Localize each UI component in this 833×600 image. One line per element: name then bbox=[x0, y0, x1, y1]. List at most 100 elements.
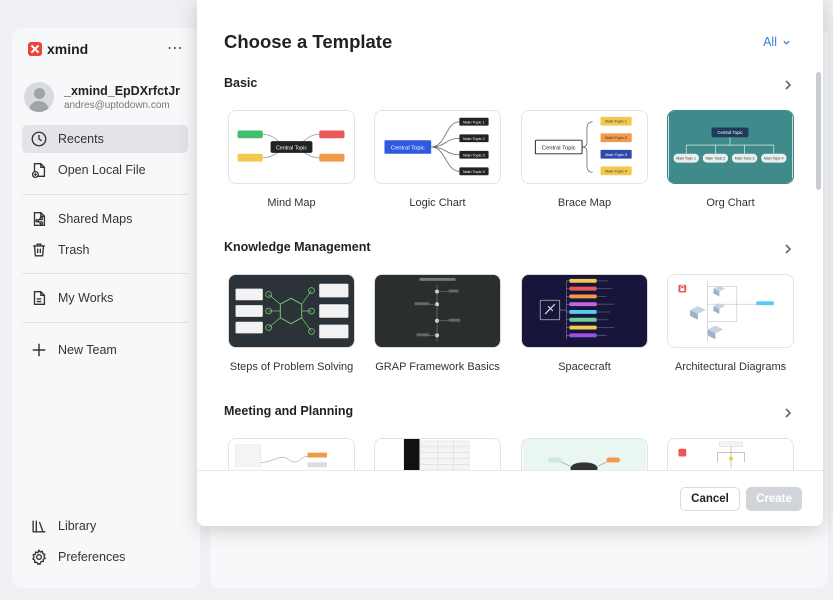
central-topic-text: Central Topic bbox=[276, 145, 307, 151]
main-topic-text: Main Topic 2 bbox=[605, 135, 627, 140]
template-card-org-chart[interactable]: Central Topic Main Topic 1 Main Topic 2 … bbox=[667, 110, 794, 184]
sidebar-item-preferences[interactable]: Preferences bbox=[22, 543, 188, 571]
architectural-diagram-thumbnail bbox=[668, 275, 793, 347]
main-topic-text: Main Topic 3 bbox=[735, 157, 755, 161]
meeting-template-thumbnail bbox=[668, 439, 793, 470]
clock-icon bbox=[31, 131, 47, 147]
user-profile[interactable]: _xmind_EpDXrfctJr andres@uptodown.com bbox=[24, 82, 180, 112]
mind-map-thumbnail: Central Topic bbox=[229, 111, 354, 183]
sidebar-item-label: My Works bbox=[58, 291, 114, 305]
filter-dropdown[interactable]: All bbox=[763, 35, 791, 49]
sidebar-item-label: New Team bbox=[58, 343, 117, 357]
section-expand-button[interactable] bbox=[782, 78, 794, 90]
main-topic-text: Main Topic 1 bbox=[605, 119, 627, 124]
sidebar-item-label: Library bbox=[58, 519, 97, 533]
spacecraft-thumbnail bbox=[522, 275, 647, 347]
create-button[interactable]: Create bbox=[746, 487, 802, 511]
sidebar-item-shared-maps[interactable]: Shared Maps bbox=[22, 205, 188, 233]
main-topic-text: Main Topic 4 bbox=[605, 168, 628, 173]
org-chart-thumbnail: Central Topic Main Topic 1 Main Topic 2 … bbox=[668, 111, 793, 183]
user-email: andres@uptodown.com bbox=[64, 99, 170, 111]
template-label: Org Chart bbox=[706, 197, 755, 209]
template-list[interactable]: Basic Central Topic Mind Map Central Top… bbox=[197, 62, 823, 470]
brand-name: xmind bbox=[47, 41, 89, 57]
section-title-meeting-and-planning: Meeting and Planning bbox=[224, 404, 354, 418]
chevron-right-icon bbox=[785, 80, 792, 90]
template-label: Spacecraft bbox=[558, 361, 611, 373]
main-topic-text: Main Topic 3 bbox=[463, 153, 485, 158]
meeting-template-thumbnail bbox=[375, 439, 500, 470]
sidebar-item-label: Open Local File bbox=[58, 163, 146, 177]
template-card-meeting-2[interactable] bbox=[374, 438, 501, 470]
avatar bbox=[24, 82, 54, 112]
meeting-template-thumbnail bbox=[522, 439, 647, 470]
chevron-right-icon bbox=[785, 408, 792, 418]
sidebar-item-label: Trash bbox=[58, 243, 90, 257]
divider bbox=[22, 322, 188, 323]
template-label: Mind Map bbox=[267, 197, 316, 209]
xmind-logo-icon bbox=[28, 42, 42, 56]
chevron-right-icon bbox=[785, 244, 792, 254]
section-title-knowledge-management: Knowledge Management bbox=[224, 240, 371, 254]
template-card-architectural-diagrams[interactable] bbox=[667, 274, 794, 348]
filter-label: All bbox=[763, 35, 777, 49]
sidebar-item-library[interactable]: Library bbox=[22, 512, 188, 540]
template-card-meeting-1[interactable] bbox=[228, 438, 355, 470]
template-card-grap-framework-basics[interactable] bbox=[374, 274, 501, 348]
template-card-brace-map[interactable]: Central Topic Main Topic 1 Main Topic 2 … bbox=[521, 110, 648, 184]
more-options-button[interactable]: ⋯ bbox=[167, 38, 184, 58]
template-card-logic-chart[interactable]: Central Topic Main Topic 1 Main Topic 2 … bbox=[374, 110, 501, 184]
problem-solving-thumbnail bbox=[229, 275, 354, 347]
sidebar-item-recents[interactable]: Recents bbox=[22, 125, 188, 153]
main-topic-text: Main Topic 2 bbox=[463, 136, 485, 141]
cancel-button[interactable]: Cancel bbox=[680, 487, 740, 511]
template-label: Architectural Diagrams bbox=[674, 361, 787, 373]
main-topic-text: Main Topic 1 bbox=[676, 157, 696, 161]
sidebar-item-label: Recents bbox=[58, 132, 104, 146]
template-label: Logic Chart bbox=[409, 197, 466, 209]
gear-icon bbox=[31, 548, 47, 566]
main-topic-text: Main Topic 2 bbox=[706, 157, 726, 161]
dialog-footer: Cancel Create bbox=[197, 470, 823, 526]
template-card-meeting-4[interactable] bbox=[667, 438, 794, 470]
meeting-template-thumbnail bbox=[229, 439, 354, 470]
template-label: Steps of Problem Solving bbox=[229, 361, 354, 373]
sidebar-item-my-works[interactable]: My Works bbox=[22, 284, 188, 312]
brace-map-thumbnail: Central Topic Main Topic 1 Main Topic 2 … bbox=[522, 111, 647, 183]
sidebar-item-new-team[interactable]: New Team bbox=[22, 336, 188, 364]
shared-file-icon bbox=[33, 212, 46, 226]
user-name: _xmind_EpDXrfctJr bbox=[64, 83, 181, 98]
template-card-meeting-3[interactable] bbox=[521, 438, 648, 470]
brand: xmind bbox=[28, 41, 88, 57]
document-icon bbox=[33, 291, 46, 305]
trash-icon bbox=[33, 243, 45, 257]
main-topic-text: Main Topic 3 bbox=[605, 152, 627, 157]
grap-framework-thumbnail bbox=[375, 275, 500, 347]
section-title-basic: Basic bbox=[224, 76, 258, 90]
template-card-spacecraft[interactable] bbox=[521, 274, 648, 348]
file-open-icon bbox=[31, 163, 46, 179]
main-topic-text: Main Topic 1 bbox=[463, 119, 485, 124]
sidebar: xmind ⋯ _xmind_EpDXrfctJr andres@uptodow… bbox=[12, 28, 200, 588]
scrollbar[interactable] bbox=[816, 72, 821, 190]
library-icon bbox=[32, 520, 46, 533]
sidebar-item-open-local-file[interactable]: Open Local File bbox=[22, 156, 188, 184]
sidebar-item-trash[interactable]: Trash bbox=[22, 236, 188, 264]
divider bbox=[22, 194, 188, 195]
template-dialog: Choose a Template All Basic Central Topi… bbox=[197, 0, 823, 526]
main-topic-text: Main Topic 4 bbox=[764, 157, 784, 161]
main-topic-text: Main Topic 4 bbox=[463, 169, 486, 174]
template-label: GRAP Framework Basics bbox=[375, 361, 500, 373]
chevron-down-icon bbox=[783, 40, 790, 45]
sidebar-item-label: Shared Maps bbox=[58, 212, 133, 226]
central-topic-text: Central Topic bbox=[391, 145, 425, 151]
template-label: Brace Map bbox=[557, 197, 612, 209]
template-card-mind-map[interactable]: Central Topic bbox=[228, 110, 355, 184]
template-card-steps-of-problem-solving[interactable] bbox=[228, 274, 355, 348]
section-expand-button[interactable] bbox=[782, 406, 794, 418]
logic-chart-thumbnail: Central Topic Main Topic 1 Main Topic 2 … bbox=[375, 111, 500, 183]
plus-icon bbox=[32, 343, 46, 357]
sidebar-item-label: Preferences bbox=[58, 550, 126, 564]
central-topic-text: Central Topic bbox=[717, 130, 743, 135]
section-expand-button[interactable] bbox=[782, 242, 794, 254]
